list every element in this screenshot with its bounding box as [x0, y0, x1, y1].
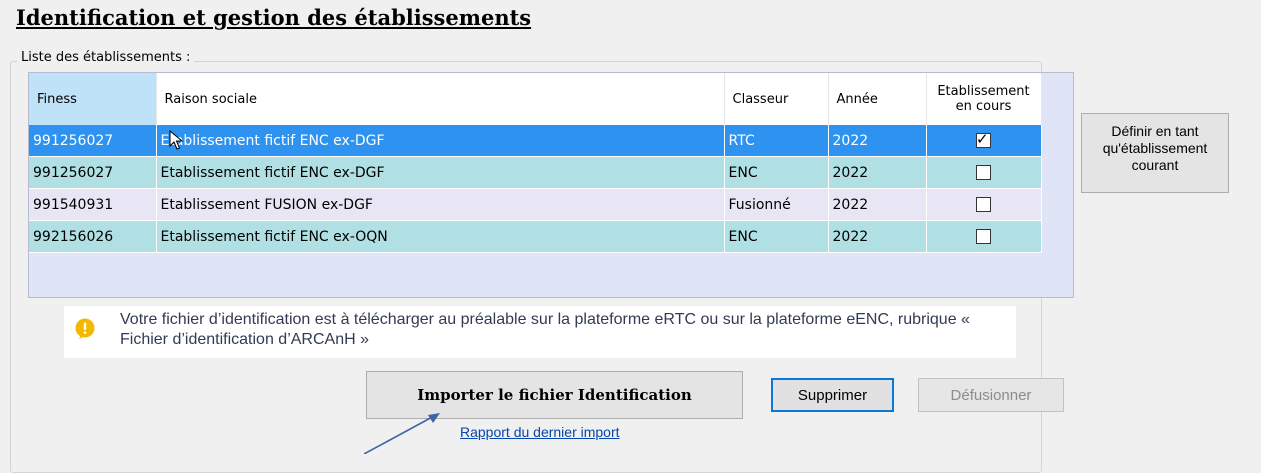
delete-button[interactable]: Supprimer	[771, 378, 894, 412]
column-header-etablissement-en-cours[interactable]: Etablissement en cours	[926, 73, 1042, 125]
en-cours-checkbox[interactable]	[976, 229, 991, 244]
column-header-classeur[interactable]: Classeur	[724, 73, 829, 125]
table-row[interactable]: 991540931 Etablissement FUSION ex-DGF Fu…	[29, 188, 1042, 221]
cell-classeur: Fusionné	[724, 188, 829, 221]
cell-raison-sociale: Etablissement FUSION ex-DGF	[156, 188, 725, 221]
annotation-arrow-icon	[363, 413, 440, 454]
cell-classeur: ENC	[724, 156, 829, 189]
checkmark-icon: ✓	[976, 130, 989, 148]
cell-raison-sociale: Etablissement fictif ENC ex-DGF	[156, 125, 725, 157]
header-etab-line2: en cours	[955, 99, 1012, 114]
cell-raison-sociale: Etablissement fictif ENC ex-DGF	[156, 156, 725, 189]
cell-finess: 991540931	[29, 188, 157, 221]
info-icon	[75, 318, 95, 339]
cell-annee: 2022	[828, 125, 927, 157]
table-row[interactable]: 991256027 Etablissement fictif ENC ex-DG…	[29, 156, 1042, 189]
info-message-box: Votre fichier d’identification est à tél…	[64, 306, 1016, 358]
cell-finess: 991256027	[29, 125, 157, 157]
column-header-raison-sociale[interactable]: Raison sociale	[156, 73, 725, 125]
last-import-report-link[interactable]: Rapport du dernier import	[460, 424, 620, 440]
cell-en-cours	[926, 188, 1042, 221]
info-message-text: Votre fichier d’identification est à tél…	[120, 311, 970, 348]
en-cours-checkbox[interactable]: ✓	[976, 130, 991, 148]
unmerge-button[interactable]: Défusionner	[918, 378, 1064, 412]
page-title: Identification et gestion des établissem…	[16, 5, 532, 30]
cell-annee: 2022	[828, 156, 927, 189]
cell-annee: 2022	[828, 188, 927, 221]
cell-finess: 992156026	[29, 220, 157, 253]
cell-classeur: RTC	[724, 125, 829, 157]
cell-annee: 2022	[828, 220, 927, 253]
cell-en-cours: ✓	[926, 125, 1042, 157]
define-current-establishment-button[interactable]: Définir en tant qu'établissement courant	[1081, 113, 1229, 193]
table-header-row: Finess Raison sociale Classeur Année Eta…	[29, 73, 1042, 125]
cell-finess: 991256027	[29, 156, 157, 189]
cell-en-cours	[926, 220, 1042, 253]
cell-classeur: ENC	[724, 220, 829, 253]
en-cours-checkbox[interactable]	[976, 165, 991, 180]
en-cours-checkbox[interactable]	[976, 197, 991, 212]
header-etab-line1: Etablissement	[937, 84, 1030, 99]
cell-en-cours	[926, 156, 1042, 189]
establishments-list-label: Liste des établissements :	[17, 50, 195, 65]
table-row[interactable]: 992156026 Etablissement fictif ENC ex-OQ…	[29, 220, 1042, 253]
mouse-pointer-icon	[169, 130, 184, 150]
column-header-finess[interactable]: Finess	[29, 73, 157, 125]
column-header-annee[interactable]: Année	[828, 73, 927, 125]
establishments-grid: Finess Raison sociale Classeur Année Eta…	[28, 72, 1074, 298]
cell-raison-sociale: Etablissement fictif ENC ex-OQN	[156, 220, 725, 253]
establishments-table: Finess Raison sociale Classeur Année Eta…	[29, 73, 1042, 253]
